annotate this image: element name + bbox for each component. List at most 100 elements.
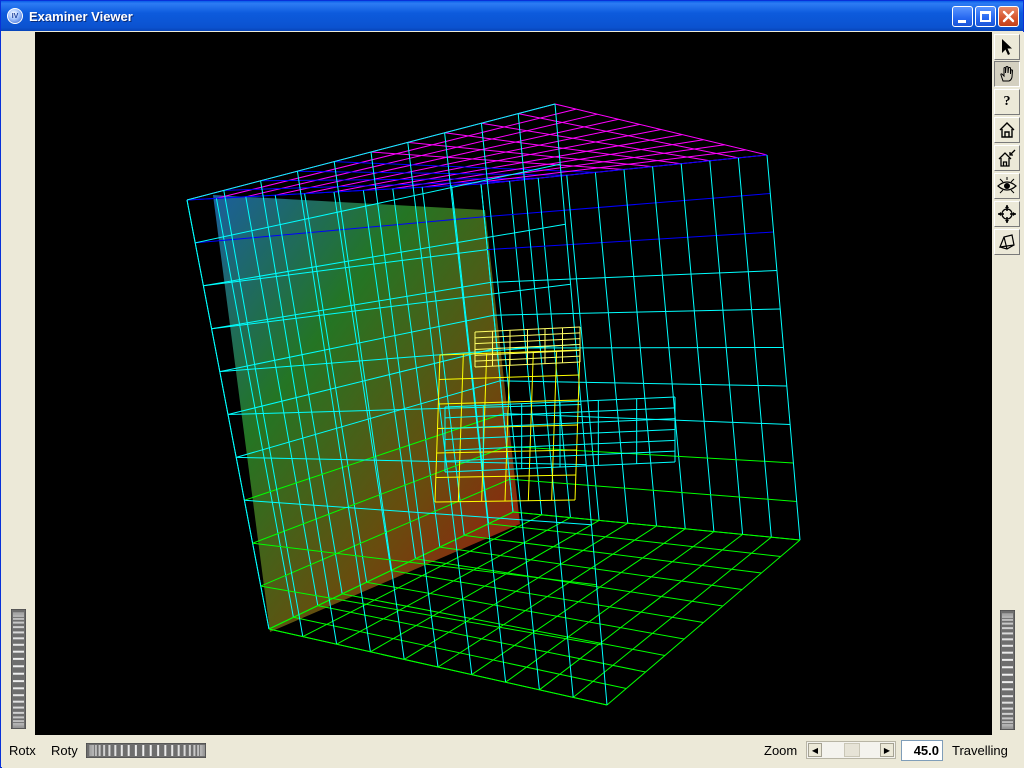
- thumbwheel-notch: [13, 725, 24, 728]
- thumbwheel-notch: [13, 716, 24, 719]
- thumbwheel-notch: [92, 745, 95, 756]
- view-mode-button[interactable]: [994, 61, 1020, 87]
- thumbwheel-notch: [1002, 614, 1013, 617]
- thumbwheel-notch: [188, 745, 191, 756]
- pick-mode-button[interactable]: [994, 34, 1020, 60]
- triangle-left-icon: ◀: [811, 745, 819, 755]
- viewer-toolbar: ?: [992, 32, 1024, 735]
- thumbwheel-notch: [149, 745, 152, 756]
- thumbwheel-notch: [1002, 627, 1013, 630]
- examiner-viewer-window: IV Examiner Viewer ? Rotx Roty Zoom ◀ ▶ …: [0, 0, 1024, 768]
- thumbwheel-notch: [13, 711, 24, 714]
- thumbwheel-notch: [1002, 673, 1013, 676]
- thumbwheel-notch: [1002, 712, 1013, 715]
- thumbwheel-notch: [103, 745, 106, 756]
- thumbwheel-notch: [13, 643, 24, 646]
- view-all-button[interactable]: [994, 173, 1020, 199]
- camera-type-button[interactable]: [994, 229, 1020, 255]
- zoom-decrease-button[interactable]: ◀: [808, 743, 822, 757]
- thumbwheel-notch: [13, 694, 24, 697]
- thumbwheel-notch: [183, 745, 186, 756]
- title-bar[interactable]: IV Examiner Viewer: [1, 1, 1023, 31]
- thumbwheel-notch: [13, 637, 24, 640]
- set-home-button[interactable]: [994, 145, 1020, 171]
- thumbwheel-notch: [1002, 616, 1013, 619]
- thumbwheel-notch: [1002, 638, 1013, 641]
- close-button[interactable]: [998, 6, 1019, 27]
- thumbwheel-notch: [1002, 618, 1013, 621]
- zoom-slider-thumb[interactable]: [844, 743, 860, 757]
- arrow-pointer-icon: [1002, 39, 1012, 55]
- zoom-value-field[interactable]: 45.0: [901, 740, 943, 761]
- triangle-right-icon: ▶: [883, 745, 891, 755]
- eye-icon: [997, 177, 1017, 194]
- close-icon: [1002, 10, 1015, 23]
- thumbwheel-notch: [13, 615, 24, 618]
- thumbwheel-notch: [13, 621, 24, 624]
- zoom-increase-button[interactable]: ▶: [880, 743, 894, 757]
- thumbwheel-notch: [13, 613, 24, 616]
- roty-label: Roty: [51, 743, 78, 758]
- wire-line: [451, 149, 746, 187]
- thumbwheel-notch: [1002, 721, 1013, 724]
- thumbwheel-notch: [13, 680, 24, 683]
- status-bar: Rotx Roty Zoom ◀ ▶ 45.0 Travelling: [2, 735, 1024, 768]
- thumbwheel-notch: [13, 722, 24, 725]
- thumbwheel-notch: [1002, 658, 1013, 661]
- thumbwheel-notch: [114, 745, 117, 756]
- home-button[interactable]: [994, 117, 1020, 143]
- thumbwheel-notch: [1002, 632, 1013, 635]
- thumbwheel-notch: [13, 720, 24, 723]
- thumbwheel-notch: [13, 626, 24, 629]
- perspective-icon: [999, 234, 1015, 250]
- rotx-label: Rotx: [9, 743, 36, 758]
- thumbwheel-notch: [94, 745, 97, 756]
- thumbwheel-notch: [142, 745, 145, 756]
- wire-line: [268, 628, 608, 706]
- thumbwheel-notch: [108, 745, 111, 756]
- maximize-icon: [980, 11, 991, 22]
- thumbwheel-notch: [13, 657, 24, 660]
- wire-line: [471, 528, 686, 676]
- scene-canvas[interactable]: [35, 32, 992, 735]
- app-icon: IV: [7, 8, 23, 24]
- set-home-icon: [998, 149, 1016, 167]
- thumbwheel-notch: [1002, 726, 1013, 729]
- maximize-button[interactable]: [975, 6, 996, 27]
- thumbwheel-notch: [13, 687, 24, 690]
- zoom-slider[interactable]: ◀ ▶: [806, 741, 896, 759]
- dolly-thumbwheel[interactable]: [1000, 610, 1015, 730]
- thumbwheel-notch: [171, 745, 174, 756]
- thumbwheel-notch: [98, 745, 101, 756]
- seek-button[interactable]: [994, 201, 1020, 227]
- thumbwheel-notch: [1002, 723, 1013, 726]
- thumbwheel-notch: [13, 672, 24, 675]
- roty-thumbwheel[interactable]: [86, 743, 206, 758]
- thumbwheel-notch: [1002, 666, 1013, 669]
- thumbwheel-notch: [1002, 695, 1013, 698]
- crosshair-icon: [998, 205, 1016, 223]
- help-button[interactable]: ?: [994, 89, 1020, 115]
- thumbwheel-notch: [90, 745, 93, 756]
- thumbwheel-notch: [177, 745, 180, 756]
- thumbwheel-notch: [120, 745, 123, 756]
- thumbwheel-notch: [127, 745, 130, 756]
- home-icon: [999, 122, 1015, 138]
- minimize-icon: [958, 20, 966, 23]
- thumbwheel-notch: [13, 665, 24, 668]
- wire-line: [488, 523, 781, 557]
- 3d-viewport[interactable]: [35, 32, 992, 735]
- thumbwheel-notch: [1002, 688, 1013, 691]
- thumbwheel-notch: [197, 745, 200, 756]
- minimize-button[interactable]: [952, 6, 973, 27]
- left-decoration-panel: [2, 31, 34, 735]
- thumbwheel-notch: [1002, 622, 1013, 625]
- rotx-thumbwheel[interactable]: [11, 609, 26, 729]
- thumbwheel-notch: [13, 650, 24, 653]
- thumbwheel-notch: [1002, 644, 1013, 647]
- thumbwheel-notch: [1002, 681, 1013, 684]
- thumbwheel-notch: [1002, 651, 1013, 654]
- thumbwheel-notch: [13, 706, 24, 709]
- thumbwheel-notch: [164, 745, 167, 756]
- thumbwheel-notch: [1002, 701, 1013, 704]
